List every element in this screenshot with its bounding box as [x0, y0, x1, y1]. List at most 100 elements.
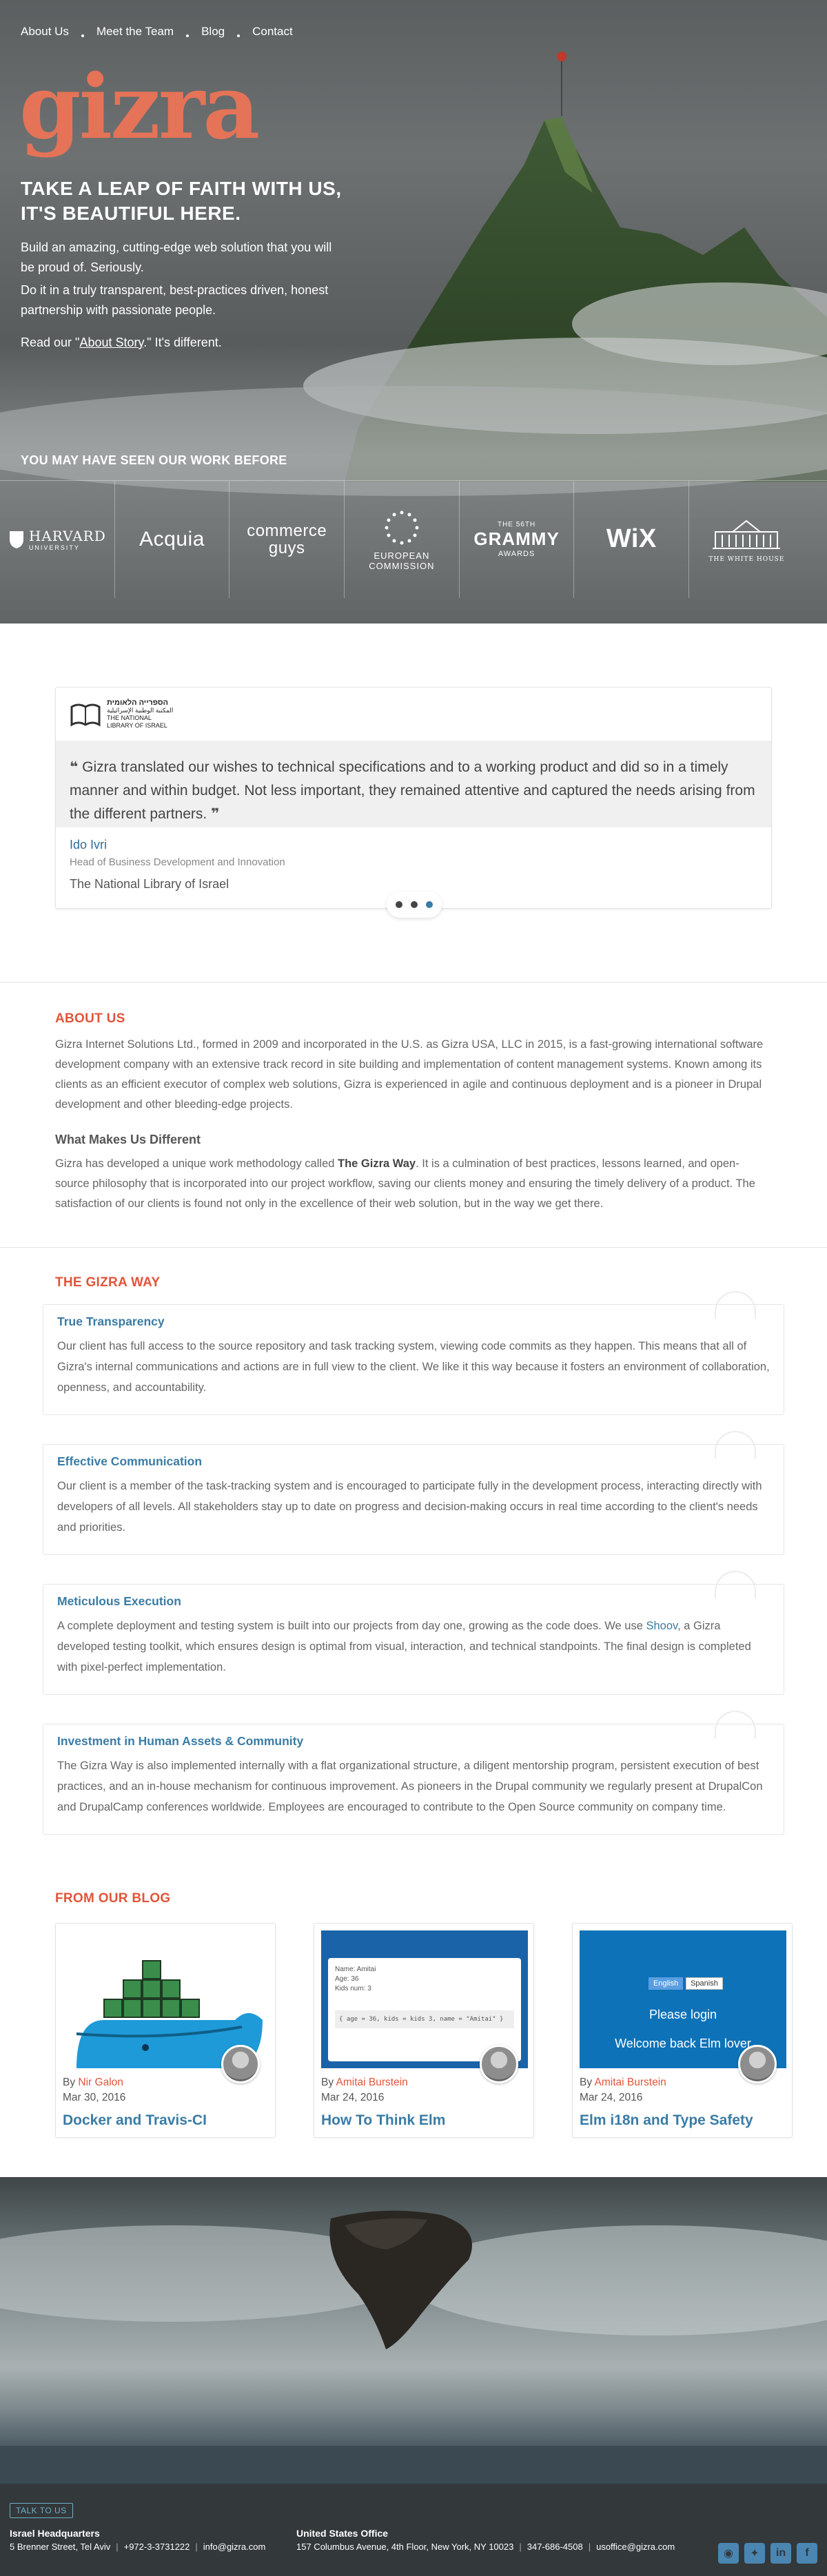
gizra-logo[interactable]: gizra: [19, 63, 260, 152]
white-house-icon: [713, 519, 781, 549]
carousel-dot-2[interactable]: [411, 901, 418, 908]
open-quote-icon: ❝: [70, 759, 83, 775]
client-acquia: Acquia: [115, 481, 230, 598]
grammy-text: GRAMMY: [473, 528, 560, 549]
blog-date: Mar 24, 2016: [321, 2092, 385, 2103]
facebook-icon[interactable]: f: [797, 2543, 817, 2564]
national-library-logo: הספרייה הלאומית المكتبة الوطنية الإسرائي…: [70, 699, 173, 730]
hero-section: About Us Meet the Team Blog Contact gizr…: [0, 0, 827, 624]
intro-paragraph-1: Build an amazing, cutting-edge web solut…: [21, 240, 332, 274]
blog-posts: By Nir Galon Mar 30, 2016 Docker and Tra…: [55, 1923, 793, 2138]
author-link[interactable]: Amitai Burstein: [595, 2077, 666, 2088]
read-prefix: Read our ": [21, 336, 80, 349]
us-office: United States Office 157 Columbus Avenue…: [296, 2526, 675, 2554]
twitter-icon[interactable]: ✦: [744, 2543, 765, 2564]
european-commission-logo: EUROPEAN COMMISSION: [369, 508, 434, 571]
by-label: By: [321, 2077, 336, 2088]
way-card-title: Investment in Human Assets & Community: [57, 1734, 304, 1748]
blog-title: FROM OUR BLOG: [55, 1891, 171, 1906]
nav-contact[interactable]: Contact: [252, 25, 293, 39]
pipe-separator: |: [195, 2542, 198, 2552]
client-white-house: THE WHITE HOUSE: [689, 481, 804, 598]
way-card-text: The Gizra Way is also implemented intern…: [57, 1760, 763, 1813]
blog-card-elm-i18n[interactable]: English Spanish Please login Welcome bac…: [572, 1923, 793, 2138]
gizra-way-bold: The Gizra Way: [338, 1157, 416, 1170]
elm-age: Age: 36: [335, 1975, 359, 1983]
different-text-1: Gizra has developed a unique work method…: [55, 1157, 338, 1170]
by-label: By: [580, 2077, 595, 2088]
us-phone[interactable]: 347-686-4508: [527, 2542, 583, 2552]
logo-hebrew: הספרייה הלאומית: [107, 699, 168, 707]
intro-paragraph-2: Do it in a truly transparent, best-pract…: [21, 283, 329, 317]
grammy-logo: THE 56TH GRAMMY AWARDS: [473, 521, 559, 558]
author-avatar: [738, 2045, 777, 2083]
logo-english-2: LIBRARY OF ISRAEL: [107, 722, 167, 729]
community-icon: [715, 1711, 756, 1738]
quote-text: Gizra translated our wishes to technical…: [70, 759, 755, 822]
testimonial-quote: ❝ Gizra translated our wishes to technic…: [56, 741, 771, 827]
github-icon[interactable]: ◉: [718, 2543, 739, 2564]
way-card-communication: Effective Communication Our client is a …: [43, 1431, 784, 1555]
open-book-icon: [70, 703, 101, 727]
by-label: By: [63, 2077, 79, 2088]
grammy-top: THE 56TH: [497, 521, 536, 528]
blog-post-title[interactable]: Elm i18n and Type Safety: [580, 2112, 785, 2129]
linkedin-icon[interactable]: in: [770, 2543, 791, 2564]
blog-card-docker[interactable]: By Nir Galon Mar 30, 2016 Docker and Tra…: [55, 1923, 276, 2138]
nav-meet-the-team[interactable]: Meet the Team: [96, 25, 174, 39]
author-link[interactable]: Amitai Burstein: [336, 2077, 408, 2088]
grammy-sub: AWARDS: [498, 550, 535, 558]
about-title: ABOUT US: [55, 1011, 125, 1026]
site-footer: TALK TO US Israel Headquarters 5 Brenner…: [0, 2484, 827, 2576]
way-card-text: A complete deployment and testing system…: [57, 1616, 770, 1678]
transparency-icon: [715, 1291, 756, 1319]
us-office-title: United States Office: [296, 2528, 389, 2539]
way-card-title: Meticulous Execution: [57, 1594, 181, 1608]
client-harvard: HARVARD UNIVERSITY: [0, 481, 115, 598]
blog-card-think-elm[interactable]: Name: Amitai Age: 36 Kids num: 3 { age =…: [314, 1923, 534, 2138]
execution-text-1: A complete deployment and testing system…: [57, 1620, 646, 1632]
nav-separator: [186, 34, 190, 37]
nav-about-us[interactable]: About Us: [21, 25, 69, 39]
social-links: ◉ ✦ in f: [718, 2543, 817, 2564]
israel-phone[interactable]: +972-3-3731222: [124, 2542, 190, 2552]
tagline-line-2: IT'S BEAUTIFUL HERE.: [21, 203, 241, 224]
shoov-link[interactable]: Shoov: [646, 1620, 678, 1632]
ec-line-2: COMMISSION: [369, 560, 435, 571]
us-email[interactable]: usoffice@gizra.com: [596, 2542, 675, 2552]
harvard-shield-icon: [9, 531, 23, 548]
client-wix: WiX: [574, 481, 690, 598]
testimonial-card: הספרייה הלאומית المكتبة الوطنية الإسرائي…: [55, 687, 772, 918]
eu-stars-icon: [385, 511, 419, 544]
hero-tagline: TAKE A LEAP OF FAITH WITH US, IT'S BEAUT…: [21, 176, 342, 226]
talk-to-us-button[interactable]: TALK TO US: [10, 2503, 73, 2518]
hero-intro: Build an amazing, cutting-edge web solut…: [21, 238, 345, 356]
language-toggle: English Spanish: [649, 1977, 723, 1990]
author-link[interactable]: Nir Galon: [78, 2077, 123, 2088]
blog-section: FROM OUR BLOG By Nir Galon Mar 30, 2016: [0, 1884, 827, 2138]
carousel-dot-3-active[interactable]: [426, 901, 433, 908]
blog-date: Mar 24, 2016: [580, 2092, 643, 2103]
way-card-text: Our client is a member of the task-track…: [57, 1480, 762, 1534]
different-subtitle: What Makes Us Different: [55, 1133, 201, 1146]
nav-separator: [237, 34, 241, 37]
communication-icon: [715, 1431, 756, 1459]
execution-icon: [715, 1571, 756, 1598]
lang-english: English: [649, 1977, 684, 1990]
pipe-separator: |: [588, 2542, 591, 2552]
close-quote-icon: ❞: [207, 806, 220, 822]
us-office-details: 157 Columbus Avenue, 4th Floor, New York…: [296, 2540, 675, 2554]
commerce-text: commerce: [247, 521, 327, 540]
way-card-text: Our client has full access to the source…: [57, 1340, 770, 1394]
ec-line-1: EUROPEAN: [374, 550, 430, 561]
nav-blog[interactable]: Blog: [201, 25, 225, 39]
israel-office: Israel Headquarters 5 Brenner Street, Te…: [10, 2526, 265, 2554]
israel-email[interactable]: info@gizra.com: [203, 2542, 266, 2552]
client-logos: HARVARD UNIVERSITY Acquia commerce guys: [0, 480, 827, 598]
carousel-dot-1[interactable]: [396, 901, 402, 908]
blog-post-title[interactable]: How To Think Elm: [321, 2112, 527, 2129]
blog-post-title[interactable]: Docker and Travis-CI: [63, 2112, 268, 2129]
about-story-link[interactable]: About Story: [79, 336, 143, 349]
acquia-text: Acquia: [139, 528, 205, 551]
elm-code: { age = 36, kids = kids 3, name = "Amita…: [335, 2010, 514, 2028]
